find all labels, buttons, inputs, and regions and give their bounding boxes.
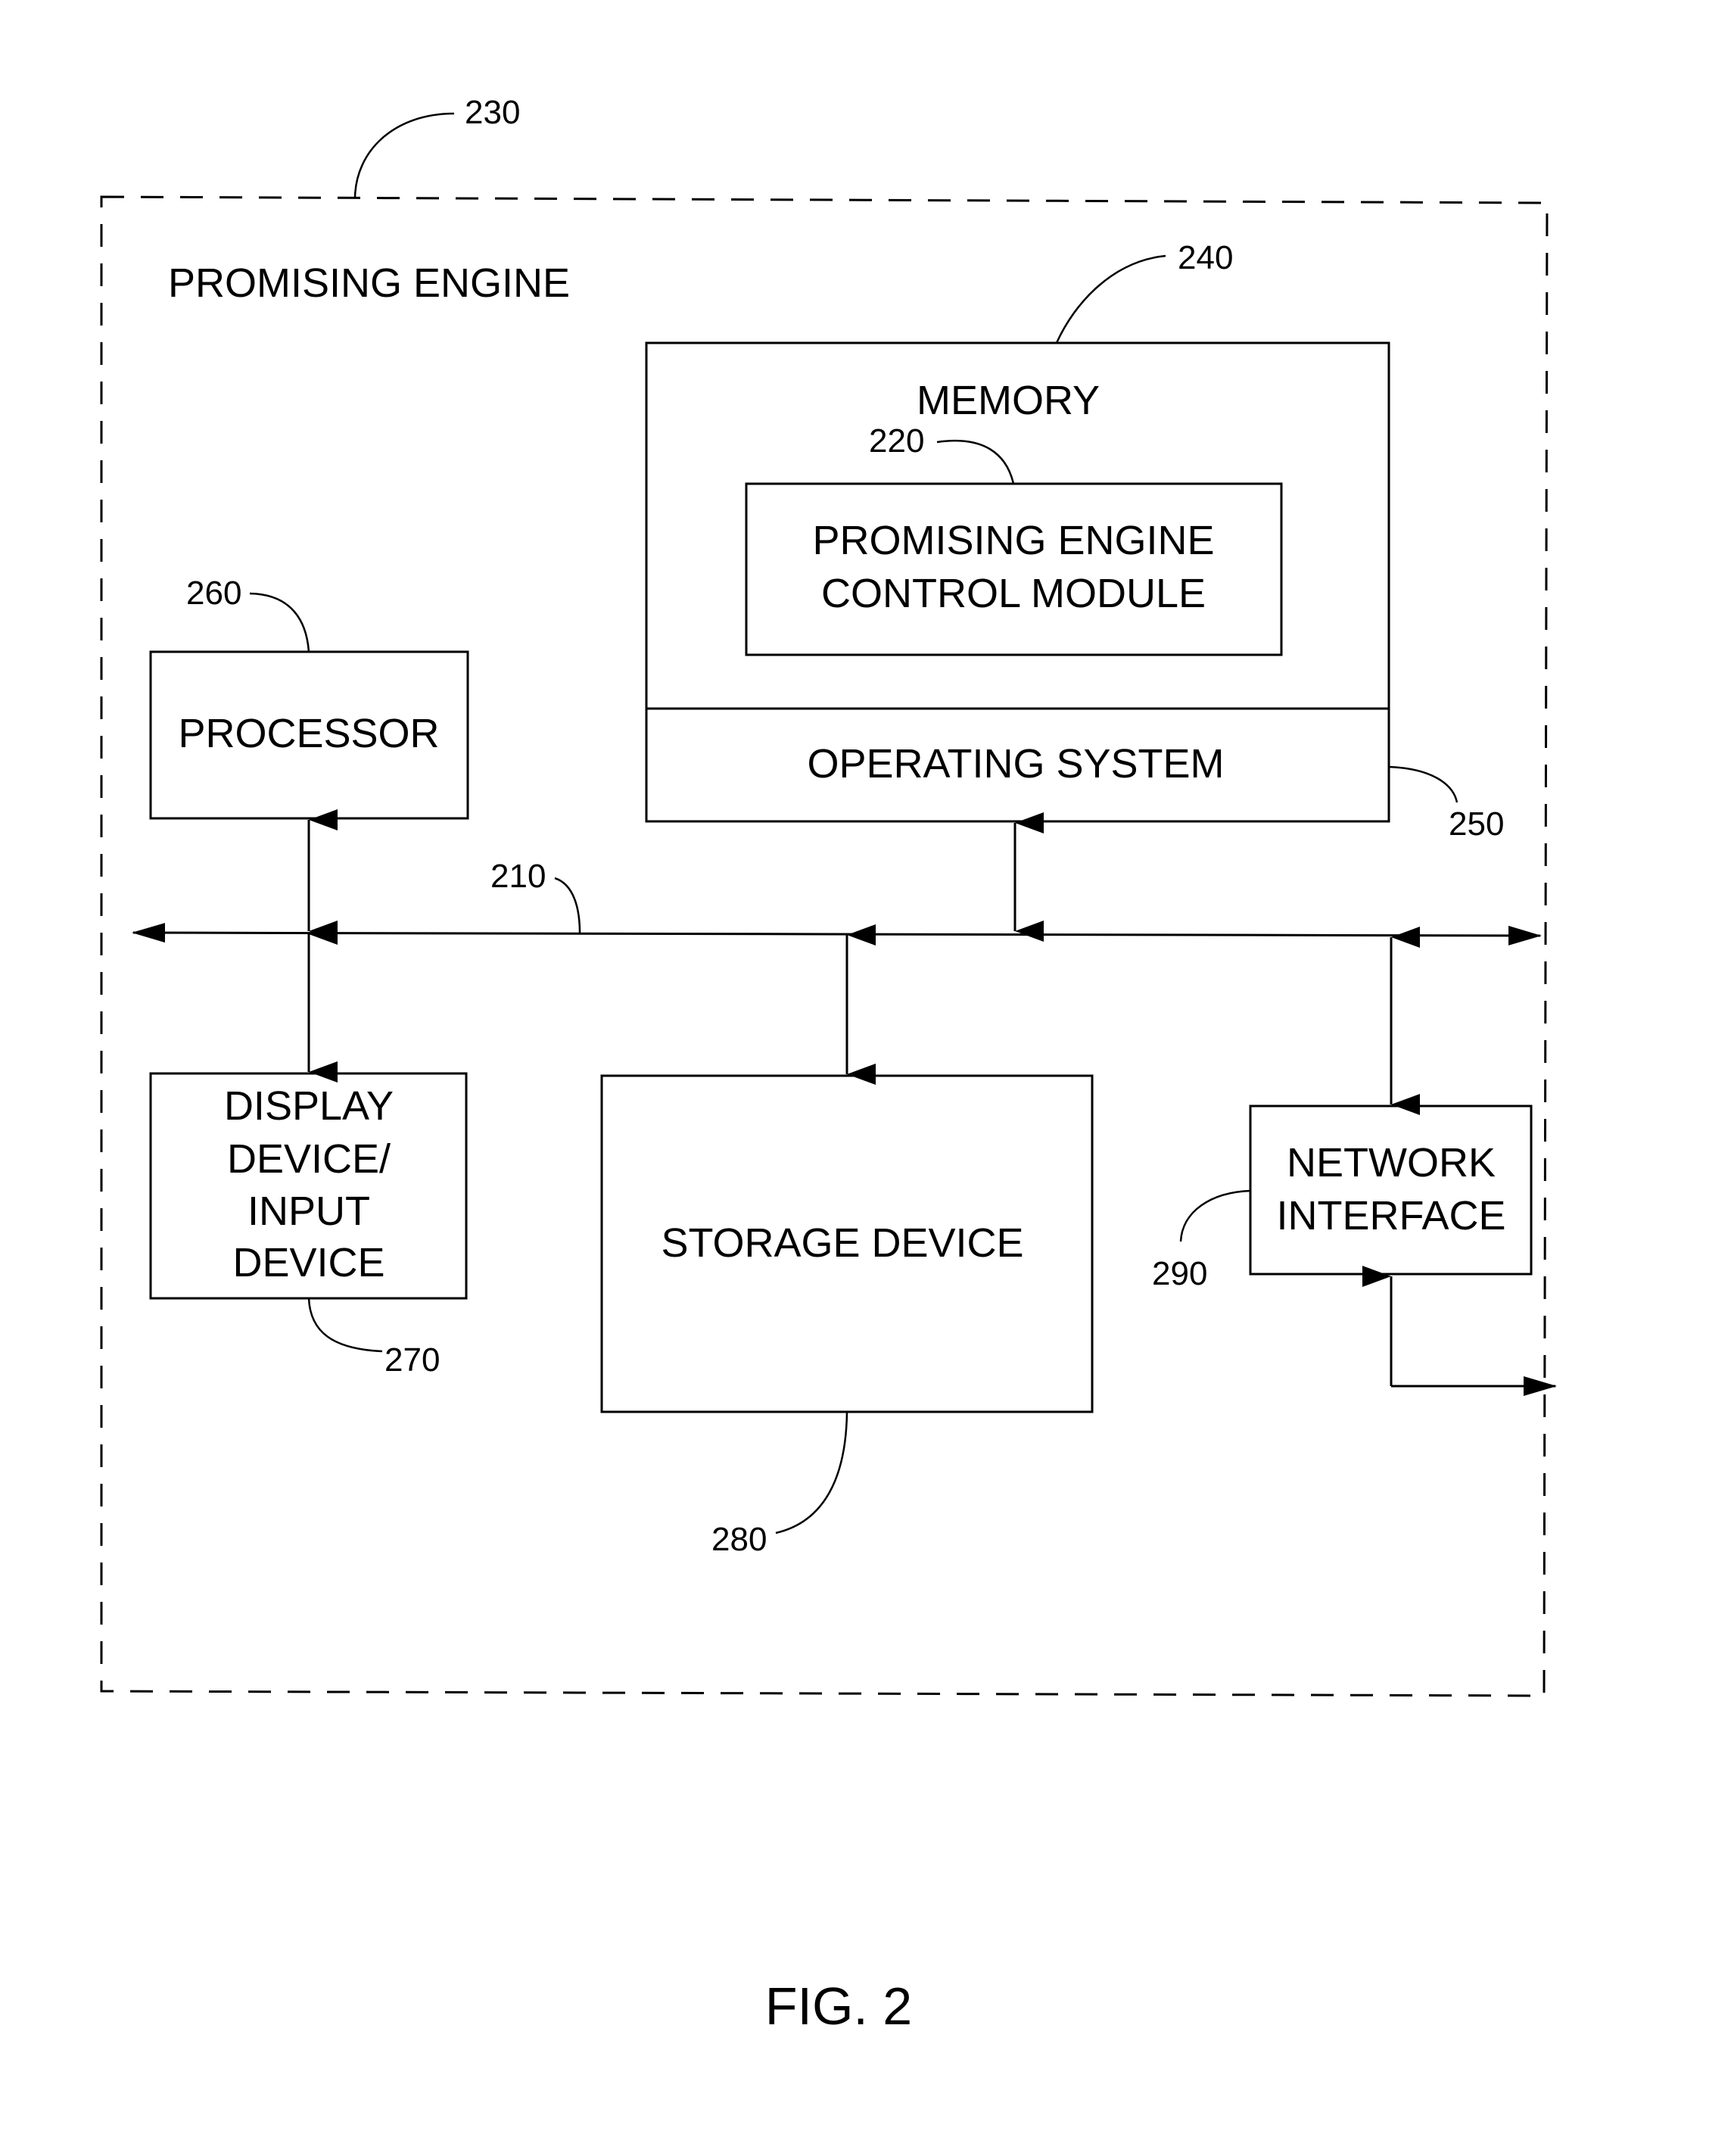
ref-280: 280 <box>711 1521 767 1558</box>
promising-engine-container <box>100 195 1549 1697</box>
control-module-box <box>745 482 1283 656</box>
network-line-2: INTERFACE <box>1276 1193 1505 1238</box>
storage-label: STORAGE DEVICE <box>661 1220 1023 1266</box>
figure-caption: FIG. 2 <box>765 1977 912 2036</box>
display-line-3: INPUT <box>247 1189 370 1234</box>
network-interface-box <box>1249 1104 1533 1276</box>
system-bus <box>132 923 1542 946</box>
control-module-line-2: CONTROL MODULE <box>821 571 1206 616</box>
control-module-line-1: PROMISING ENGINE <box>812 518 1214 563</box>
ref-290: 290 <box>1152 1255 1207 1292</box>
display-line-4: DEVICE <box>232 1240 384 1285</box>
ref-220: 220 <box>869 422 924 460</box>
ref-250: 250 <box>1449 805 1504 843</box>
ref-260: 260 <box>186 575 241 612</box>
ref-280-leader <box>775 1411 848 1534</box>
ref-210: 210 <box>490 858 546 895</box>
ref-210-leader <box>554 877 581 933</box>
block-diagram: PROMISING ENGINE 230 MEMORY 240 PROMISIN… <box>100 94 1557 2036</box>
ref-230: 230 <box>465 94 520 131</box>
ref-240-leader <box>1055 254 1166 344</box>
display-line-2: DEVICE/ <box>227 1136 391 1182</box>
ref-230-leader <box>353 112 455 198</box>
ref-220-leader <box>936 439 1015 484</box>
memory-label: MEMORY <box>917 378 1100 423</box>
os-label: OPERATING SYSTEM <box>807 741 1224 787</box>
processor-label: PROCESSOR <box>178 711 439 756</box>
network-line-1: NETWORK <box>1287 1140 1496 1185</box>
ref-270: 270 <box>384 1341 440 1379</box>
container-label: PROMISING ENGINE <box>168 260 570 306</box>
ref-240: 240 <box>1178 239 1233 276</box>
ref-260-leader <box>249 592 310 653</box>
display-line-1: DISPLAY <box>224 1083 394 1129</box>
ref-290-leader <box>1179 1189 1251 1242</box>
ref-250-leader <box>1388 765 1458 803</box>
ref-270-leader <box>307 1298 383 1353</box>
